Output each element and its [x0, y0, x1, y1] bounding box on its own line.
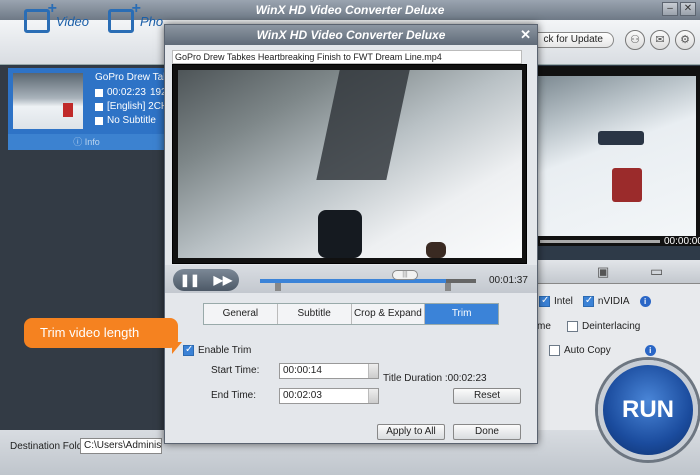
apply-to-all-button[interactable]: Apply to All [377, 424, 445, 440]
intel-option[interactable]: Intel nVIDIA i [539, 295, 651, 307]
end-time-input[interactable]: 00:02:03 [279, 388, 379, 404]
preview-progress[interactable] [540, 240, 660, 243]
file-thumbnail [13, 73, 83, 129]
photo-icon [108, 0, 141, 33]
nvidia-label: nVIDIA [597, 296, 630, 307]
close-icon[interactable]: ✕ [520, 27, 531, 43]
auto-copy-option[interactable]: Auto Copy i [549, 345, 656, 356]
info-label: Info [84, 137, 100, 147]
done-button[interactable]: Done [453, 424, 521, 440]
deinterlacing-option[interactable]: Deinterlacing [567, 321, 640, 332]
audio-icon [95, 102, 103, 111]
video-boots [318, 210, 362, 258]
start-time-input[interactable]: 00:00:14 [279, 363, 379, 379]
check-update-button[interactable]: ck for Update [528, 32, 614, 48]
mail-icon[interactable]: ✉ [650, 30, 670, 50]
preview-time: 00:00:00 [664, 236, 700, 247]
enable-trim-label: Enable Trim [198, 345, 252, 356]
add-video-button[interactable]: Video [24, 0, 90, 33]
me-label: me [537, 321, 551, 332]
playback-time: 00:01:37 [489, 275, 528, 286]
enable-trim-checkbox[interactable] [183, 344, 194, 356]
end-time-label: End Time: [211, 390, 257, 401]
close-button[interactable]: ✕ [680, 2, 696, 16]
video-shadow-figure [316, 70, 410, 180]
dialog-title: WinX HD Video Converter Deluxe [165, 25, 537, 45]
tab-crop-expand[interactable]: Crop & Expand [352, 304, 426, 324]
video-boot-right [426, 242, 446, 258]
deinterlacing-label: Deinterlacing [582, 321, 641, 332]
file-audio-row[interactable]: [English] 2CH [95, 101, 168, 112]
file-audio: [English] 2CH [107, 101, 169, 112]
tab-general[interactable]: General [204, 304, 278, 324]
settings-tabs: General Subtitle Crop & Expand Trim [203, 303, 499, 325]
file-subtitle: No Subtitle [107, 115, 156, 126]
playback-buttons: ❚❚ ▶▶ [173, 269, 239, 291]
help-icon[interactable]: i [639, 296, 651, 307]
preview-image [538, 76, 696, 236]
minimize-button[interactable]: – [662, 2, 678, 16]
pause-icon[interactable]: ❚❚ [180, 273, 200, 287]
subtitle-icon [95, 116, 103, 125]
window-controls: – ✕ [662, 2, 696, 16]
trim-panel: Enable Trim Start Time: 00:00:14 End Tim… [171, 327, 529, 419]
file-duration-row: 00:02:23 1920 [95, 87, 172, 98]
info-button[interactable]: ⓘ Info [8, 134, 165, 150]
enable-trim-option[interactable]: Enable Trim [183, 344, 252, 356]
media-tabs: ▣ ▭ [535, 260, 700, 284]
user-icon[interactable]: ⚇ [625, 30, 645, 50]
preview-figure [598, 131, 644, 145]
file-subtitle-row[interactable]: No Subtitle [95, 115, 156, 126]
edit-dialog: WinX HD Video Converter Deluxe ✕ GoPro D… [164, 24, 538, 444]
video-player [172, 64, 527, 264]
auto-copy-label: Auto Copy [564, 345, 611, 356]
info-icon: ⓘ [73, 137, 85, 147]
add-photo-button[interactable]: Pho [108, 0, 164, 33]
preview-skier [612, 168, 642, 202]
fast-forward-icon[interactable]: ▶▶ [214, 273, 232, 287]
trim-start-marker[interactable] [275, 283, 281, 291]
seek-range [260, 279, 446, 283]
file-list-item[interactable]: GoPro Drew Tabkes 00:02:23 1920 [English… [8, 68, 184, 150]
title-duration: Title Duration :00:02:23 [383, 373, 487, 384]
help-icon[interactable]: i [644, 345, 656, 356]
camera-icon[interactable]: ▣ [597, 264, 609, 280]
add-photo-label: Pho [140, 13, 164, 29]
add-video-label: Video [56, 13, 90, 29]
nvidia-checkbox[interactable] [582, 295, 594, 307]
intel-checkbox[interactable] [539, 295, 550, 307]
film-icon [24, 0, 57, 33]
clock-icon [95, 88, 103, 97]
seek-thumb[interactable]: ||| [392, 270, 418, 280]
me-label-row: me [537, 321, 551, 332]
run-button[interactable]: RUN [598, 360, 698, 460]
auto-copy-checkbox[interactable] [549, 345, 560, 356]
main-window-title: WinX HD Video Converter Deluxe [0, 0, 700, 20]
video-frame-image [178, 70, 522, 258]
tab-subtitle[interactable]: Subtitle [278, 304, 352, 324]
trim-callout: Trim video length [24, 318, 182, 354]
trim-end-marker[interactable] [445, 283, 451, 291]
destination-input[interactable]: C:\Users\Administrator\ [80, 438, 162, 454]
intel-label: Intel [554, 296, 573, 307]
folder-icon[interactable]: ▭ [650, 263, 663, 280]
deinterlacing-checkbox[interactable] [567, 321, 578, 332]
start-time-label: Start Time: [211, 365, 260, 376]
reset-button[interactable]: Reset [453, 388, 521, 404]
settings-icon[interactable]: ⚙ [675, 30, 695, 50]
tab-trim[interactable]: Trim [425, 304, 498, 324]
file-duration: 00:02:23 [107, 87, 146, 98]
dialog-filename: GoPro Drew Tabkes Heartbreaking Finish t… [172, 50, 522, 64]
